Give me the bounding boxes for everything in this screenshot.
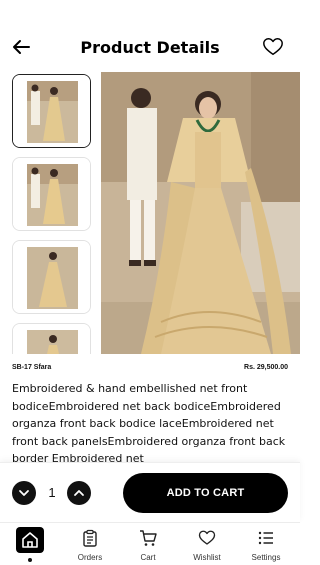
add-to-cart-bar: 1 ADD TO CART xyxy=(0,462,300,522)
nav-item-settings[interactable]: Settings xyxy=(236,523,296,565)
cart-icon xyxy=(140,530,157,546)
nav-item-cart[interactable]: Cart xyxy=(118,523,178,565)
thumbnail-2[interactable] xyxy=(12,157,91,231)
page-title: Product Details xyxy=(80,38,220,57)
chevron-down-icon xyxy=(19,490,29,496)
nav-item-home[interactable] xyxy=(0,523,60,565)
product-sku: SB-17 Sfara xyxy=(12,364,52,371)
product-photo xyxy=(101,72,300,354)
nav-label: Orders xyxy=(77,553,103,562)
thumbnail-4[interactable] xyxy=(12,323,91,354)
product-price: Rs. 29,500.00 xyxy=(244,364,288,371)
decrease-quantity-button[interactable] xyxy=(12,481,36,505)
thumbnail-image xyxy=(13,241,90,313)
increase-quantity-button[interactable] xyxy=(67,481,91,505)
quantity-value: 1 xyxy=(48,485,56,500)
thumbnail-image xyxy=(13,158,90,230)
main-product-image[interactable] xyxy=(101,72,300,354)
menu-list-icon xyxy=(258,531,273,545)
orders-clipboard-icon xyxy=(83,529,97,547)
active-dot xyxy=(28,558,32,562)
thumbnail-1[interactable] xyxy=(12,74,91,148)
bottom-navigation: Orders Cart Wishlist Settings xyxy=(0,522,300,565)
product-description: Embroidered & hand embellished net front… xyxy=(12,382,286,465)
heart-icon xyxy=(198,530,216,545)
chevron-up-icon xyxy=(74,490,84,496)
thumbnail-image xyxy=(13,324,90,354)
nav-item-wishlist[interactable]: Wishlist xyxy=(177,523,237,565)
thumbnail-gallery[interactable] xyxy=(11,72,93,354)
thumbnail-3[interactable] xyxy=(12,240,91,314)
nav-label: Cart xyxy=(140,553,156,562)
thumbnail-image xyxy=(13,75,90,147)
add-to-cart-button[interactable]: ADD TO CART xyxy=(123,473,288,513)
nav-label: Settings xyxy=(251,553,281,562)
nav-label: Wishlist xyxy=(193,553,221,562)
nav-item-orders[interactable]: Orders xyxy=(60,523,120,565)
home-active-indicator xyxy=(16,527,44,553)
wishlist-heart-icon[interactable] xyxy=(262,36,284,58)
home-icon xyxy=(22,532,38,548)
header: Product Details xyxy=(0,0,300,72)
